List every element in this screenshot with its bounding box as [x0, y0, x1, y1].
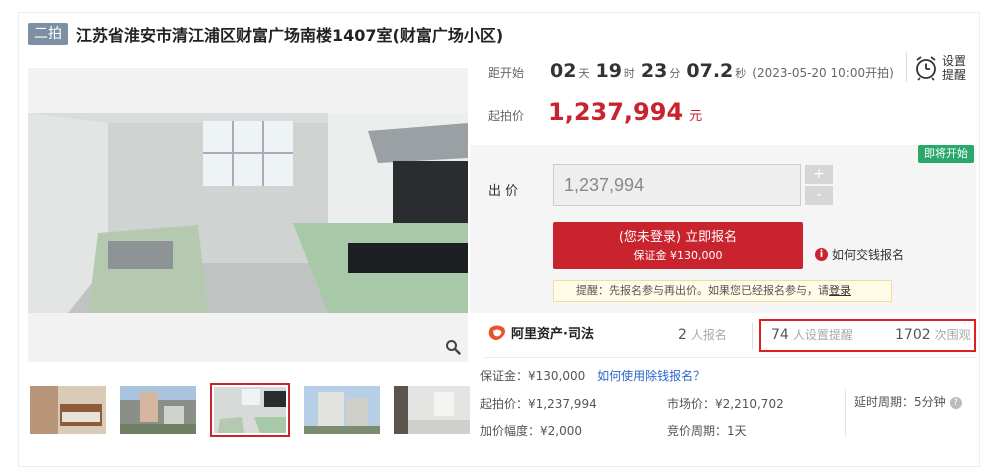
thumbnail[interactable]	[120, 386, 196, 434]
increase-bid-button[interactable]: +	[805, 165, 833, 184]
brand-name: 阿里资产·司法	[511, 327, 594, 342]
countdown: 距开始 02 天 19 时 23 分 07.2 秒 (2023-05-20 10…	[488, 60, 894, 82]
bid-period-detail: 竞价周期：1天	[667, 424, 747, 438]
deposit-text: 保证金：¥130,000	[480, 369, 586, 383]
login-tip: 提醒：先报名参与再出价。如果您已经报名参与，请登录	[553, 280, 892, 302]
divider	[752, 323, 753, 349]
delay-period-text: 延时周期：5分钟	[854, 395, 946, 409]
set-reminder-label: 设置提醒	[942, 54, 967, 82]
start-time-note: (2023-05-20 10:00开拍)	[752, 66, 894, 80]
start-price-unit: 元	[689, 109, 703, 124]
highlight-box	[759, 319, 976, 352]
divider	[483, 357, 976, 358]
countdown-seconds: 07.2	[686, 60, 734, 82]
info-icon: i	[815, 248, 828, 261]
title-row: 二拍 江苏省淮安市清江浦区财富广场南楼1407室(财富广场小区)	[28, 22, 503, 46]
signups-count: 2	[678, 327, 687, 343]
bid-panel: 即将开始 出 价 + - (您未登录) 立即报名 保证金 ¥130,000 i …	[470, 145, 976, 313]
deposit-info: 保证金：¥130,000 如何使用除钱报名？	[480, 367, 705, 384]
how-to-pay-label: 如何交钱报名	[832, 248, 905, 262]
help-icon[interactable]: ?	[949, 396, 962, 409]
main-image-viewer[interactable]	[28, 68, 468, 362]
brand-logo: 阿里资产·司法	[487, 323, 594, 342]
countdown-days: 02	[550, 60, 577, 82]
decrease-bid-button[interactable]: -	[805, 186, 833, 205]
alibaba-logo-icon	[488, 325, 505, 340]
zoom-icon[interactable]	[442, 336, 464, 358]
divider	[906, 52, 907, 82]
signup-deposit-label: 保证金 ¥130,000	[633, 249, 723, 262]
login-link[interactable]: 登录	[829, 284, 851, 297]
deposit-help-link[interactable]: 如何使用除钱报名？	[597, 369, 705, 383]
delay-period-detail: 延时周期：5分钟?	[854, 393, 962, 410]
countdown-minutes: 23	[640, 60, 668, 82]
thumbnail[interactable]	[30, 386, 106, 434]
signups-stat: 2 人报名	[678, 326, 727, 343]
signup-button[interactable]: (您未登录) 立即报名 保证金 ¥130,000	[553, 222, 803, 269]
countdown-hours: 19	[595, 60, 622, 82]
start-price-value: 1,237,994	[548, 98, 684, 126]
countdown-days-unit: 天	[578, 67, 590, 80]
increment-detail: 加价幅度：¥2,000	[480, 424, 582, 438]
start-price-label: 起拍价	[488, 109, 525, 123]
status-badge: 即将开始	[918, 145, 974, 163]
bid-price-input[interactable]	[553, 164, 801, 206]
main-photo	[28, 113, 468, 313]
signups-unit: 人报名	[690, 328, 727, 342]
market-price-detail: 市场价：¥2,210,702	[667, 397, 784, 411]
round-badge: 二拍	[28, 23, 68, 45]
how-to-pay-link[interactable]: i 如何交钱报名	[815, 246, 904, 263]
thumbnail[interactable]	[304, 386, 380, 434]
login-tip-text: 提醒：先报名参与再出价。如果您已经报名参与，请	[576, 284, 829, 297]
divider	[845, 389, 846, 437]
start-price-detail: 起拍价：¥1,237,994	[480, 397, 597, 411]
thumbnail-active[interactable]	[210, 383, 290, 437]
countdown-minutes-unit: 分	[669, 67, 681, 80]
set-reminder-button[interactable]: 设置提醒	[914, 54, 970, 82]
countdown-label: 距开始	[488, 66, 525, 80]
countdown-seconds-unit: 秒	[735, 67, 747, 80]
countdown-hours-unit: 时	[623, 67, 635, 80]
start-price-row: 起拍价 1,237,994 元	[488, 98, 702, 126]
bid-label: 出 价	[488, 184, 519, 199]
thumbnail[interactable]	[394, 386, 470, 434]
alarm-clock-icon	[916, 56, 936, 81]
signup-button-label: (您未登录) 立即报名	[618, 230, 738, 245]
page-title: 江苏省淮安市清江浦区财富广场南楼1407室(财富广场小区)	[76, 26, 504, 45]
thumbnail-strip	[30, 383, 470, 437]
